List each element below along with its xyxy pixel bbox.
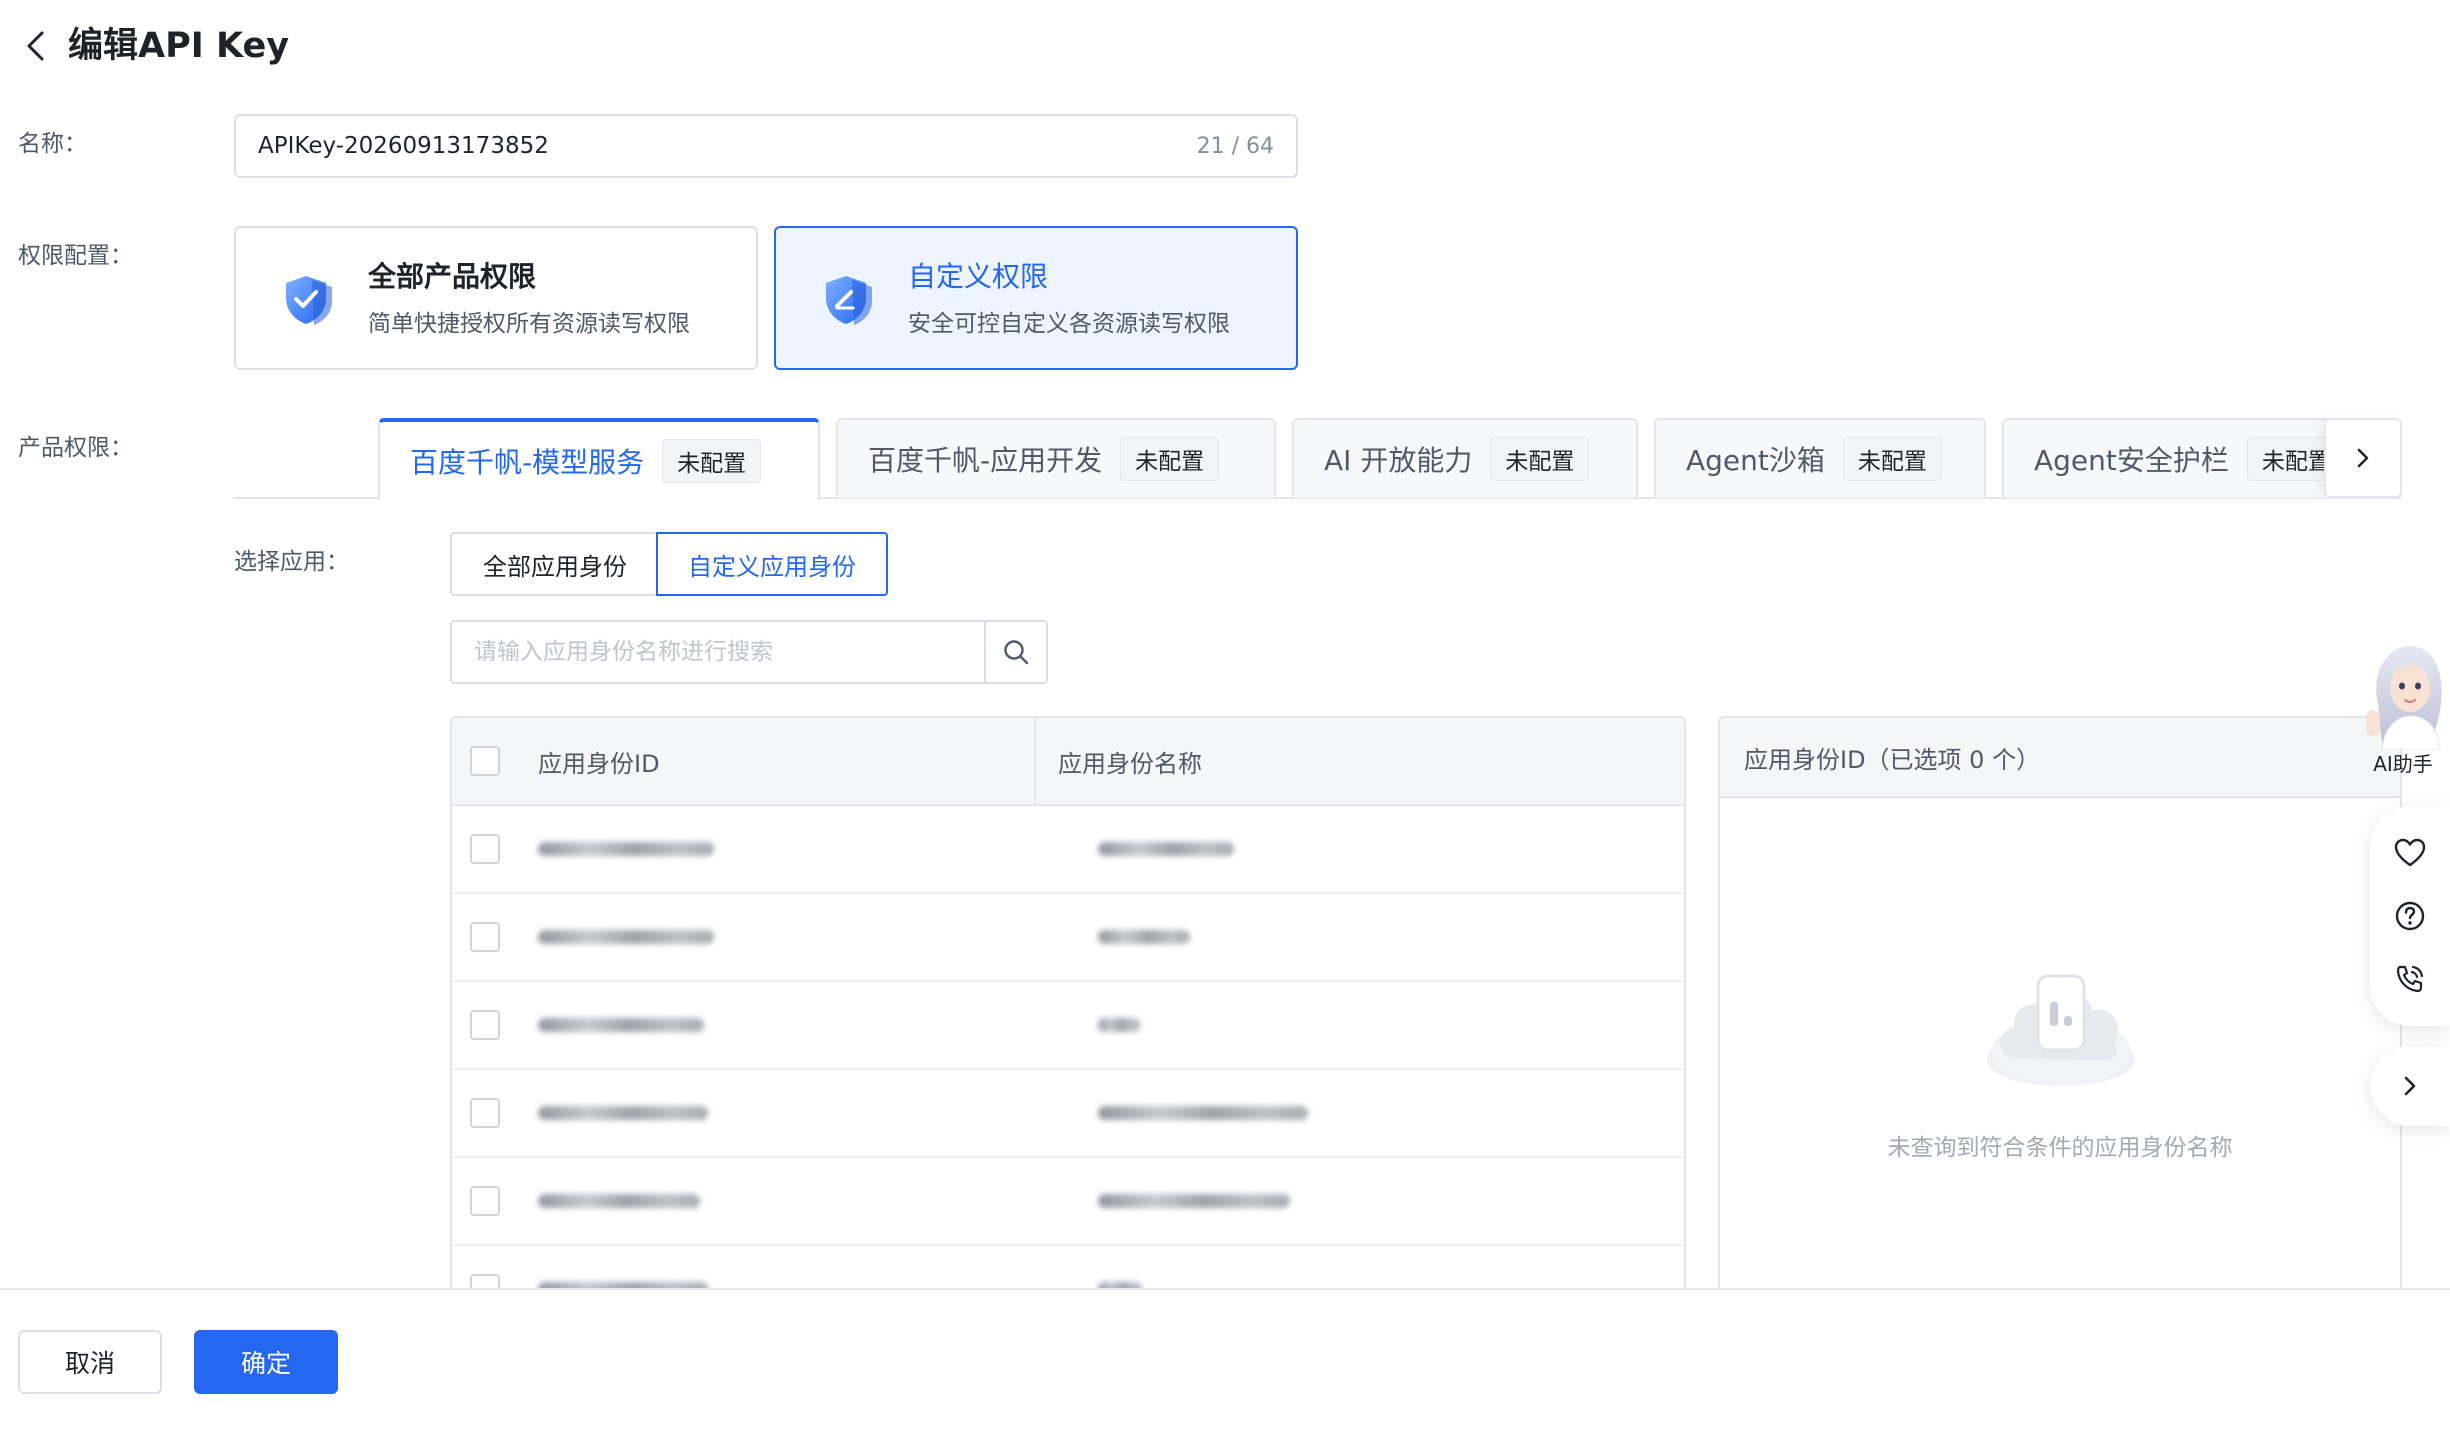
table-row[interactable]	[452, 1070, 1684, 1158]
expand-panel-button[interactable]	[2370, 1046, 2450, 1126]
cancel-button[interactable]: 取消	[18, 1330, 162, 1394]
status-badge: 未配置	[1120, 437, 1220, 481]
table-row[interactable]	[452, 806, 1684, 894]
chevron-right-icon	[2404, 1076, 2416, 1096]
status-badge: 未配置	[662, 439, 762, 483]
empty-state-text: 未查询到符合条件的应用身份名称	[1887, 1135, 2233, 1161]
search-button[interactable]	[984, 622, 1046, 682]
table-row[interactable]	[452, 894, 1684, 982]
search-input[interactable]	[452, 622, 984, 682]
tab-ai-open[interactable]: AI 开放能力 未配置	[1292, 418, 1638, 498]
tab-qianfan-app[interactable]: 百度千帆-应用开发 未配置	[836, 418, 1276, 498]
name-label: 名称：	[18, 131, 87, 157]
table-header: 应用身份ID 应用身份名称	[452, 718, 1684, 806]
row-checkbox[interactable]	[470, 834, 500, 864]
floating-toolbar	[2370, 806, 2450, 1026]
name-input[interactable]	[258, 133, 1197, 159]
blurred-app-id	[538, 1194, 700, 1208]
table-row[interactable]	[452, 982, 1684, 1070]
app-search-box[interactable]	[450, 620, 1048, 684]
tab-label: 百度千帆-模型服务	[410, 446, 645, 479]
help-button[interactable]	[2390, 896, 2430, 936]
phone-icon	[2396, 965, 2424, 992]
tab-qianfan-model[interactable]: 百度千帆-模型服务 未配置	[378, 418, 820, 500]
perm-card-title: 自定义权限	[908, 260, 1049, 293]
tabs-scroll-next-button[interactable]	[2324, 418, 2402, 498]
selected-panel-header: 应用身份ID（已选项 0 个）	[1720, 718, 2400, 798]
column-header-name: 应用身份名称	[1058, 749, 1202, 778]
tab-agent-guardrail[interactable]: Agent安全护栏 未配置	[2002, 418, 2332, 498]
blurred-app-name	[1098, 930, 1190, 944]
tab-label: 百度千帆-应用开发	[868, 444, 1103, 477]
row-checkbox[interactable]	[470, 1098, 500, 1128]
blurred-app-name	[1098, 842, 1234, 856]
product-label: 产品权限：	[18, 435, 133, 461]
row-checkbox[interactable]	[470, 1010, 500, 1040]
blurred-app-id	[538, 1018, 704, 1032]
status-badge: 未配置	[1842, 437, 1942, 481]
status-badge: 未配置	[2246, 437, 2330, 481]
app-select-label: 选择应用：	[234, 549, 349, 575]
app-table: 应用身份ID 应用身份名称	[450, 716, 1686, 1290]
ai-assistant-label[interactable]: AI助手	[2356, 748, 2450, 777]
column-divider	[1034, 718, 1036, 805]
tab-label: Agent安全护栏	[2034, 444, 2229, 477]
row-checkbox[interactable]	[470, 1186, 500, 1216]
option-custom-apps[interactable]: 自定义应用身份	[656, 532, 888, 596]
shield-edit-icon	[826, 276, 872, 325]
back-icon[interactable]	[18, 28, 54, 64]
search-icon	[1004, 640, 1029, 665]
blurred-app-id	[538, 842, 714, 856]
name-field[interactable]: 21 / 64	[234, 114, 1298, 178]
confirm-button[interactable]: 确定	[194, 1330, 338, 1394]
column-header-id: 应用身份ID	[538, 749, 660, 778]
perm-card-custom[interactable]: 自定义权限 安全可控自定义各资源读写权限	[774, 226, 1298, 370]
row-checkbox[interactable]	[470, 922, 500, 952]
favorite-button[interactable]	[2390, 833, 2430, 873]
tab-agent-sandbox[interactable]: Agent沙箱 未配置	[1654, 418, 1986, 498]
contact-button[interactable]	[2390, 959, 2430, 999]
table-row[interactable]	[452, 1246, 1684, 1290]
perm-card-title: 全部产品权限	[368, 260, 537, 293]
table-row[interactable]	[452, 1158, 1684, 1246]
permission-label: 权限配置：	[18, 243, 133, 269]
blurred-app-id	[538, 1106, 708, 1120]
perm-card-desc: 简单快捷授权所有资源读写权限	[368, 311, 690, 337]
ai-assistant-avatar[interactable]	[2356, 640, 2450, 750]
heart-icon	[2394, 839, 2426, 867]
footer-bar	[0, 1288, 2450, 1432]
empty-cloud-icon	[1987, 974, 2135, 1086]
select-all-checkbox[interactable]	[470, 746, 500, 776]
blurred-app-id	[538, 930, 714, 944]
tab-label: Agent沙箱	[1686, 444, 1825, 477]
question-circle-icon	[2395, 901, 2425, 931]
chevron-right-icon	[2357, 448, 2369, 468]
blurred-app-name	[1098, 1106, 1308, 1120]
status-badge: 未配置	[1490, 437, 1590, 481]
tab-label: AI 开放能力	[1324, 444, 1473, 477]
option-all-apps[interactable]: 全部应用身份	[450, 532, 658, 596]
perm-card-all[interactable]: 全部产品权限 简单快捷授权所有资源读写权限	[234, 226, 758, 370]
name-char-count: 21 / 64	[1196, 133, 1274, 159]
blurred-app-name	[1098, 1018, 1140, 1032]
perm-card-desc: 安全可控自定义各资源读写权限	[908, 311, 1230, 337]
blurred-app-name	[1098, 1194, 1290, 1208]
page-title: 编辑API Key	[68, 26, 290, 66]
shield-check-icon	[286, 276, 332, 325]
